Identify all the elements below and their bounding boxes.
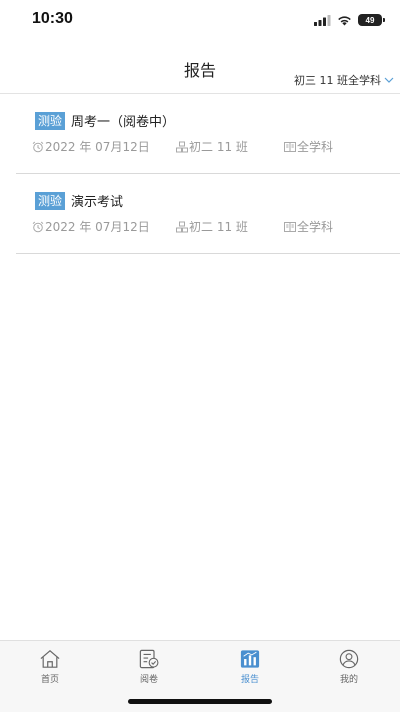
book-icon [284, 221, 296, 232]
tab-mine-label: 我的 [339, 675, 358, 685]
signal-icon [314, 14, 331, 26]
report-date-text: 2022 年 07月12日 [45, 220, 150, 234]
tab-grading-label: 阅卷 [139, 675, 158, 685]
status-bar: 10:30 49 [0, 0, 400, 44]
report-chart-icon [240, 650, 260, 668]
report-subject-text: 全学科 [297, 220, 334, 234]
report-date: 2022 年 07月12日 [32, 138, 150, 155]
report-class: 初二 11 班 [176, 218, 248, 235]
report-subject: 全学科 [284, 218, 333, 235]
report-class-text: 初二 11 班 [189, 220, 248, 234]
report-date: 2022 年 07月12日 [32, 218, 150, 235]
class-filter-dropdown[interactable]: 初三 11 班全学科 [294, 72, 394, 88]
nav-header: 报告 初三 11 班全学科 [0, 44, 400, 94]
wifi-icon [338, 15, 351, 25]
report-item[interactable]: 测验 周考一（阅卷中） 2022 年 07月12日 初二 11 班 全学科 [16, 94, 400, 174]
report-list: 测验 周考一（阅卷中） 2022 年 07月12日 初二 11 班 全学科 测验… [16, 94, 400, 254]
user-icon [339, 649, 359, 669]
report-meta: 2022 年 07月12日 初二 11 班 全学科 [32, 218, 392, 234]
alarm-clock-icon [32, 141, 44, 152]
report-type-badge: 测验 [35, 111, 66, 130]
home-indicator [128, 699, 272, 704]
grading-icon [139, 649, 159, 669]
class-group-icon [176, 141, 188, 152]
status-time: 10:30 [32, 10, 73, 27]
report-type-badge: 测验 [35, 191, 66, 210]
tab-grading[interactable]: 阅卷 [119, 649, 179, 685]
tab-report[interactable]: 报告 [220, 649, 280, 685]
home-icon [40, 650, 60, 668]
alarm-clock-icon [32, 221, 44, 232]
report-date-text: 2022 年 07月12日 [45, 140, 150, 154]
report-subject: 全学科 [284, 138, 333, 155]
tab-mine[interactable]: 我的 [319, 649, 379, 685]
class-filter-label: 初三 11 班全学科 [294, 74, 381, 87]
report-item[interactable]: 测验 演示考试 2022 年 07月12日 初二 11 班 全学科 [16, 174, 400, 254]
report-class-text: 初二 11 班 [189, 140, 248, 154]
tab-report-label: 报告 [240, 675, 259, 685]
tab-home[interactable]: 首页 [20, 649, 80, 685]
report-name: 周考一（阅卷中） [71, 115, 176, 130]
report-title-row: 测验 演示考试 [35, 191, 123, 210]
report-title-row: 测验 周考一（阅卷中） [35, 111, 175, 130]
book-icon [284, 141, 296, 152]
report-subject-text: 全学科 [297, 140, 334, 154]
report-meta: 2022 年 07月12日 初二 11 班 全学科 [32, 138, 392, 154]
status-icons: 49 [314, 13, 385, 27]
class-group-icon [176, 221, 188, 232]
battery-indicator: 49 [358, 14, 385, 26]
chevron-down-icon [384, 77, 394, 83]
report-name: 演示考试 [71, 195, 124, 210]
tab-home-label: 首页 [40, 675, 59, 685]
report-class: 初二 11 班 [176, 138, 248, 155]
